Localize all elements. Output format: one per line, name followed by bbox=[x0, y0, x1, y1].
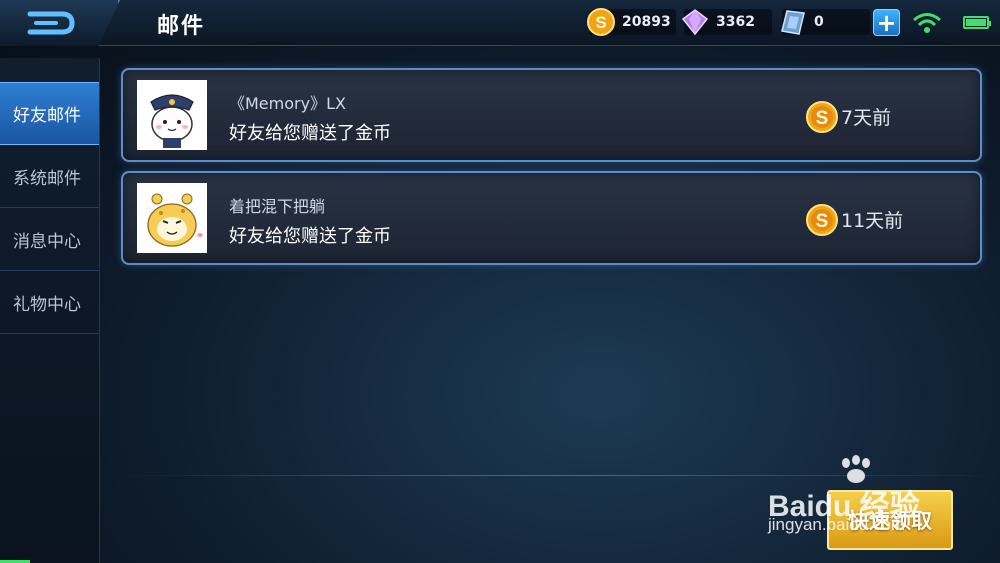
police-cat-avatar-icon bbox=[137, 80, 207, 150]
diamond-icon bbox=[681, 9, 709, 36]
svg-text:S: S bbox=[595, 13, 606, 32]
avatar bbox=[137, 80, 207, 150]
watermark-url: jingyan.baidu.com bbox=[768, 515, 906, 534]
tab-system-mail[interactable]: 系统邮件 bbox=[0, 145, 99, 208]
tab-message-center[interactable]: 消息中心 bbox=[0, 208, 99, 271]
mail-message: 好友给您赠送了金币 bbox=[229, 226, 391, 247]
voucher-counter: 0 bbox=[781, 9, 870, 35]
gold-coin-icon: S bbox=[806, 204, 838, 236]
mail-message: 好友给您赠送了金币 bbox=[229, 123, 391, 144]
back-button[interactable] bbox=[0, 0, 120, 46]
giraffe-cat-avatar-icon bbox=[137, 183, 207, 253]
mail-age: 7天前 bbox=[841, 107, 892, 129]
mail-sender: 着把混下把躺 bbox=[229, 197, 326, 216]
gold-counter: S 20893 bbox=[587, 8, 676, 36]
gold-coin-icon: S bbox=[806, 101, 838, 133]
svg-text:S: S bbox=[816, 108, 829, 129]
top-bar: 邮件 S 20893 3362 0 + bbox=[0, 0, 1000, 46]
mail-category-sidebar: 好友邮件 系统邮件 消息中心 礼物中心 bbox=[0, 58, 100, 563]
voucher-value: 0 bbox=[814, 14, 824, 30]
tab-gift-center[interactable]: 礼物中心 bbox=[0, 271, 99, 334]
mail-item[interactable]: 着把混下把躺 好友给您赠送了金币 S 11天前 bbox=[121, 171, 982, 265]
gold-coin-icon: S bbox=[587, 8, 615, 36]
page-title: 邮件 bbox=[157, 14, 206, 39]
back-arrow-icon bbox=[27, 11, 75, 35]
wifi-icon bbox=[913, 13, 941, 33]
battery-icon bbox=[963, 16, 991, 29]
diamond-value: 3362 bbox=[716, 14, 755, 30]
svg-text:S: S bbox=[816, 211, 829, 232]
mail-item[interactable]: 《Memory》LX 好友给您赠送了金币 S 7天前 bbox=[121, 68, 982, 162]
tab-friend-mail[interactable]: 好友邮件 bbox=[0, 82, 99, 145]
mail-sender: 《Memory》LX bbox=[229, 94, 346, 113]
gold-value: 20893 bbox=[622, 14, 671, 30]
mail-age: 11天前 bbox=[841, 210, 904, 232]
avatar bbox=[137, 183, 207, 253]
diamond-counter: 3362 bbox=[681, 9, 772, 36]
voucher-icon bbox=[781, 10, 805, 35]
recharge-button[interactable]: + bbox=[873, 9, 900, 36]
